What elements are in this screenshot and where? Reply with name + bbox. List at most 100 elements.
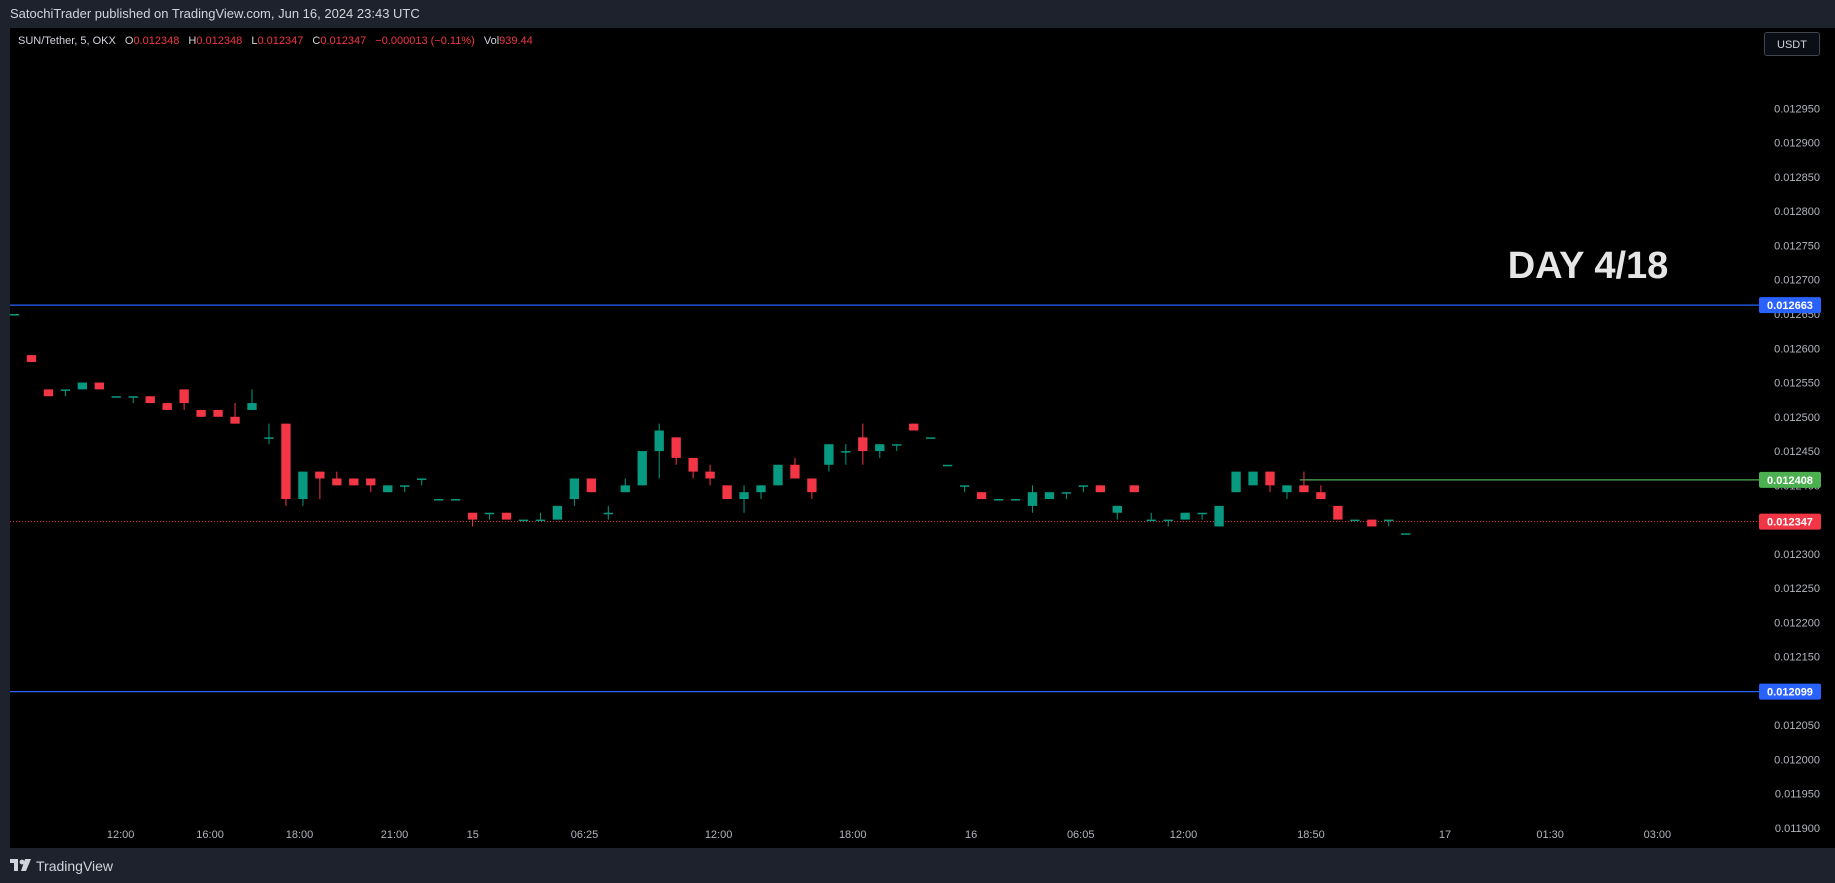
candle-body — [1350, 519, 1360, 522]
candle-body — [332, 478, 342, 486]
candle-body — [60, 389, 71, 391]
y-tick-label: 0.012800 — [1774, 206, 1820, 218]
candle-body — [94, 382, 104, 390]
candle-body — [552, 505, 563, 520]
candle-body — [9, 313, 20, 316]
candle-body — [213, 409, 223, 417]
y-tick-label: 0.012300 — [1774, 549, 1820, 561]
candle-body — [926, 437, 936, 439]
candle-body — [43, 389, 54, 397]
price-labels: 0.012663 0.012099 0.012408 0.012347 — [1759, 297, 1821, 700]
level-lines — [10, 304, 1759, 693]
candle-body — [756, 485, 766, 493]
candle-body — [1231, 471, 1241, 493]
volume-value: 939.44 — [499, 35, 533, 47]
candle-body — [1180, 512, 1190, 520]
y-tick-label: 0.012450 — [1774, 446, 1820, 458]
candle-body — [179, 389, 189, 404]
tradingview-logo[interactable]: TradingView — [10, 858, 113, 874]
x-tick-label: 01:30 — [1536, 829, 1564, 841]
candle-body — [1401, 533, 1411, 535]
x-tick-label: 12:00 — [705, 829, 733, 841]
y-tick-label: 0.012900 — [1774, 138, 1820, 150]
candle-body — [111, 396, 121, 398]
candle-body — [671, 437, 681, 458]
candle-body — [942, 464, 953, 467]
y-tick-label: 0.012700 — [1774, 275, 1820, 287]
x-tick-label: 06:25 — [571, 829, 599, 841]
y-tick-label: 0.012850 — [1774, 172, 1820, 184]
candle-body — [349, 478, 359, 486]
x-axis[interactable]: 12:00 16:00 18:00 21:00 15 06:25 12:00 18:00 16 0… — [107, 829, 1671, 841]
y-tick-label: 0.012600 — [1774, 343, 1820, 355]
candle-body — [1299, 485, 1309, 493]
candle-body — [145, 396, 155, 404]
candle-body — [790, 464, 800, 479]
candle-body — [484, 512, 495, 515]
candle-body — [535, 519, 546, 522]
candle-body — [1061, 492, 1072, 494]
y-tick-label: 0.011900 — [1775, 823, 1820, 835]
candle-body — [26, 355, 37, 362]
open-value: 0.012348 — [133, 35, 180, 47]
candle-body — [654, 430, 664, 452]
candle-body — [501, 512, 512, 520]
candle-body — [1282, 485, 1292, 493]
candle-body — [1044, 492, 1055, 500]
candle-body — [875, 444, 885, 452]
x-tick-label: 18:00 — [286, 829, 314, 841]
target-tag-label: 0.012408 — [1767, 475, 1813, 487]
candle-body — [773, 464, 783, 486]
x-tick-label: 03:00 — [1644, 829, 1672, 841]
last-price-tag-label: 0.012347 — [1767, 517, 1813, 529]
x-tick-label: 21:00 — [381, 829, 409, 841]
candle-body — [400, 485, 410, 487]
candle-body — [603, 512, 613, 515]
candle-body — [892, 444, 902, 446]
candle-body — [366, 478, 376, 486]
volume-label: Vol — [483, 35, 500, 47]
candle-body — [739, 492, 749, 500]
high-value: 0.012348 — [196, 35, 243, 47]
y-tick-label: 0.012550 — [1774, 378, 1820, 390]
candle-body — [162, 403, 172, 410]
candle-body — [1112, 505, 1122, 513]
candle-body — [976, 492, 987, 500]
candle-body — [1010, 499, 1021, 501]
x-tick-label: 18:00 — [839, 829, 867, 841]
x-tick-label: 16:00 — [196, 829, 224, 841]
y-tick-label: 0.012000 — [1774, 754, 1820, 766]
candle-body — [315, 471, 325, 479]
x-tick-label: 17 — [1439, 829, 1451, 841]
y-tick-label: 0.012950 — [1774, 103, 1820, 115]
candle-body — [1248, 471, 1258, 486]
support-tag-label: 0.012099 — [1767, 687, 1813, 699]
candles — [9, 313, 1411, 535]
y-axis[interactable]: 0.0119000.0119500.0120000.0120500.012100… — [1774, 103, 1820, 835]
x-tick-label: 12:00 — [107, 829, 135, 841]
candle-body — [858, 437, 868, 452]
candle-body — [1095, 485, 1106, 493]
x-tick-label: 18:50 — [1297, 829, 1325, 841]
y-tick-label: 0.012750 — [1774, 240, 1820, 252]
candle-body — [722, 485, 732, 500]
candle-body — [1129, 485, 1139, 493]
tradingview-brand: TradingView — [36, 858, 114, 874]
price-chart[interactable]: 0.0119000.0119500.0120000.0120500.012100… — [0, 0, 1835, 883]
candle-body — [637, 451, 647, 486]
candle-body — [196, 409, 206, 417]
candle-body — [298, 471, 308, 500]
candle-body — [247, 403, 257, 410]
symbol-label[interactable]: SUN/Tether, 5, OKX — [18, 35, 116, 47]
candle-body — [807, 478, 817, 493]
currency-button[interactable]: USDT — [1764, 32, 1820, 56]
candle-body — [1214, 505, 1224, 527]
candle-body — [467, 512, 478, 520]
candle-body — [1078, 485, 1089, 487]
y-tick-label: 0.011950 — [1775, 789, 1820, 801]
y-tick-label: 0.012250 — [1774, 583, 1820, 595]
candle-body — [993, 499, 1004, 501]
candle-body — [128, 396, 138, 398]
tradingview-logo-icon — [10, 859, 31, 871]
x-tick-label: 16 — [965, 829, 977, 841]
